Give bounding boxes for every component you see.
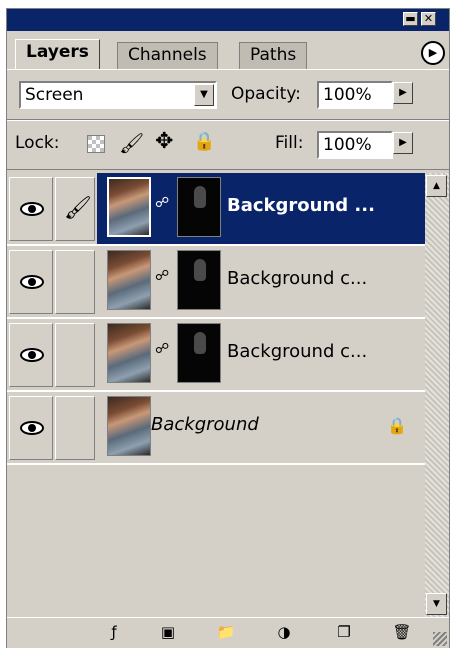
tab-layers[interactable]: Layers [15,39,100,70]
lock-icon: 🔒 [387,416,407,435]
brush-icon: 🖌 [64,196,92,221]
layer-name-cell[interactable]: ☍ Background ... [97,173,425,244]
scrollbar[interactable]: ▲ ▼ [425,173,449,617]
tab-paths[interactable]: Paths [239,42,308,69]
layer-thumbnail [107,323,151,383]
tab-channels[interactable]: Channels [117,42,218,69]
layer-name: Background c... [227,268,368,289]
chevron-down-icon[interactable]: ▼ [194,84,214,106]
tab-row: Layers Channels Paths ▶ [7,31,449,71]
scroll-down-icon[interactable]: ▼ [426,593,447,615]
adjustment-layer-icon[interactable]: ◑ [273,622,295,642]
link-cell[interactable] [55,396,95,460]
opacity-value: 100% [323,85,372,105]
divider [7,120,449,121]
layer-mask-thumbnail[interactable] [177,323,221,383]
palette-title-bar[interactable]: ▬ ✕ [7,9,449,31]
minimize-icon[interactable]: ▬ [403,12,418,26]
lock-move-icon[interactable]: ✥ [155,129,173,154]
blend-mode-value: Screen [25,85,84,105]
fill-value: 100% [323,135,372,155]
layer-row[interactable]: Background 🔒 [7,392,425,465]
opacity-arrow-icon[interactable]: ▶ [393,82,413,104]
layer-mask-icon[interactable]: ▣ [157,622,179,642]
close-icon[interactable]: ✕ [421,12,436,26]
visibility-toggle[interactable] [9,250,53,314]
layer-row[interactable]: ☍ Background c... [7,246,425,319]
link-cell[interactable]: 🖌 [55,177,95,241]
eye-icon [20,421,44,435]
layers-palette: ▬ ✕ Layers Channels Paths ▶ Screen ▼ Opa… [6,8,450,648]
chain-link-icon[interactable]: ☍ [155,268,169,290]
eye-icon [20,348,44,362]
layer-style-icon[interactable]: ƒ [103,622,125,642]
layer-mask-thumbnail[interactable] [177,177,221,237]
lock-all-icon[interactable]: 🔒 [193,131,215,152]
chain-link-icon[interactable]: ☍ [155,195,169,217]
eye-icon [20,275,44,289]
new-layer-icon[interactable]: ❐ [333,622,355,642]
layer-name: Background c... [227,341,368,362]
fill-arrow-icon[interactable]: ▶ [393,132,413,154]
layer-thumbnail [107,177,151,237]
layer-name: Background ... [227,195,375,216]
scroll-up-icon[interactable]: ▲ [426,175,447,197]
link-cell[interactable] [55,250,95,314]
trash-icon[interactable]: 🗑 [391,622,413,642]
visibility-toggle[interactable] [9,396,53,460]
tab-divider [7,69,449,70]
layer-mask-thumbnail[interactable] [177,250,221,310]
palette-menu-button[interactable]: ▶ [421,41,445,65]
layer-thumbnail [107,250,151,310]
layer-list: 🖌 ☍ Background ... ☍ Background c... ☍ B… [7,173,425,617]
lock-transparency-icon[interactable] [87,135,105,153]
layer-name-cell[interactable]: ☍ Background c... [97,246,425,317]
fill-field[interactable]: 100% [317,131,393,159]
opacity-field[interactable]: 100% [317,81,393,109]
layer-thumbnail [107,396,151,456]
bottom-toolbar: ƒ ▣ 📁 ◑ ❐ 🗑 [7,617,449,648]
layer-name: Background [151,414,259,435]
blend-mode-select[interactable]: Screen ▼ [19,81,217,109]
layer-group-icon[interactable]: 📁 [215,622,237,642]
chain-link-icon[interactable]: ☍ [155,341,169,363]
divider [7,169,449,170]
opacity-label: Opacity: [231,84,301,104]
visibility-toggle[interactable] [9,323,53,387]
lock-label: Lock: [15,133,60,153]
layer-row[interactable]: 🖌 ☍ Background ... [7,173,425,246]
layer-row[interactable]: ☍ Background c... [7,319,425,392]
layer-name-cell[interactable]: Background 🔒 [97,392,425,463]
visibility-toggle[interactable] [9,177,53,241]
eye-icon [20,202,44,216]
link-cell[interactable] [55,323,95,387]
fill-label: Fill: [275,133,304,153]
layer-name-cell[interactable]: ☍ Background c... [97,319,425,390]
lock-paint-icon[interactable]: 🖌 [119,131,144,155]
resize-grip-icon[interactable] [433,632,447,646]
